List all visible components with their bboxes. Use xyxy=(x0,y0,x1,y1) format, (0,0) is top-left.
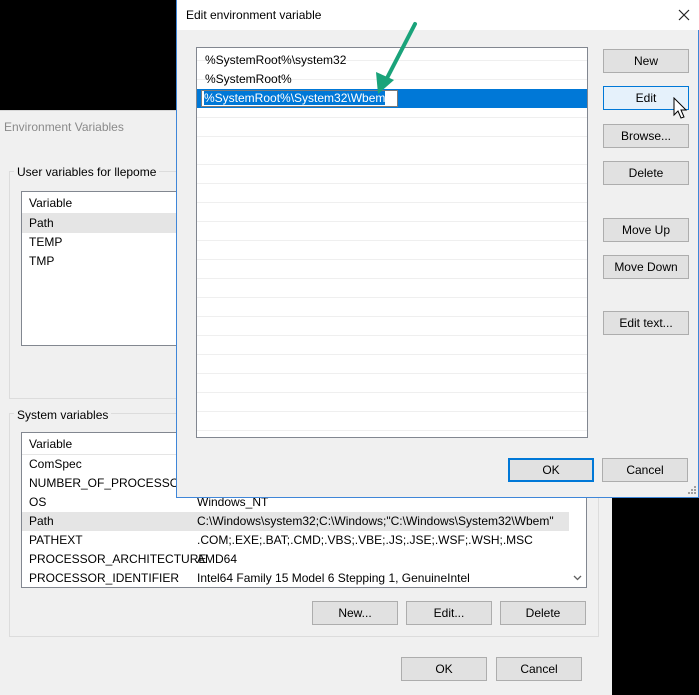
new-button[interactable]: New xyxy=(603,49,689,73)
variable-value: C:\Windows\system32;C:\Windows;"C:\Windo… xyxy=(197,514,554,528)
variable-name: Path xyxy=(29,514,54,528)
system-delete-button[interactable]: Delete xyxy=(500,601,586,625)
system-variables-label: System variables xyxy=(14,408,112,422)
variable-name: Path xyxy=(29,216,54,230)
close-icon[interactable] xyxy=(673,4,695,26)
ok-button[interactable]: OK xyxy=(508,458,594,482)
table-row[interactable]: PROCESSOR_ARCHITECTURE AMD64 xyxy=(22,550,586,569)
resize-grip-icon[interactable] xyxy=(687,485,697,495)
variable-name: PROCESSOR_ARCHITECTURE xyxy=(29,552,207,566)
table-row[interactable]: PATHEXT .COM;.EXE;.BAT;.CMD;.VBS;.VBE;.JS… xyxy=(22,531,586,550)
variable-name: NUMBER_OF_PROCESSORS xyxy=(29,476,196,490)
variable-name: TEMP xyxy=(29,235,63,249)
cancel-button[interactable]: Cancel xyxy=(602,458,688,482)
edit-text-button[interactable]: Edit text... xyxy=(603,311,689,335)
dialog-title: Environment Variables xyxy=(4,120,124,134)
system-new-button[interactable]: New... xyxy=(312,601,398,625)
variable-value: AMD64 xyxy=(197,552,238,566)
chevron-down-icon[interactable] xyxy=(569,569,586,586)
path-edit-field[interactable]: %SystemRoot%\System32\Wbem xyxy=(201,90,398,107)
path-edit-text: %SystemRoot%\System32\Wbem xyxy=(204,91,386,105)
variable-value: Intel64 Family 15 Model 6 Stepping 1, Ge… xyxy=(197,571,470,585)
arrow-icon xyxy=(376,22,417,94)
move-down-button[interactable]: Move Down xyxy=(603,255,689,279)
path-entries-list[interactable]: %SystemRoot%\system32 %SystemRoot% %Syst… xyxy=(196,47,588,438)
variable-name: TMP xyxy=(29,254,55,268)
system-edit-button[interactable]: Edit... xyxy=(406,601,492,625)
user-variables-label: User variables for llepome xyxy=(14,165,160,179)
title-bar: Edit environment variable xyxy=(177,0,699,30)
ok-button[interactable]: OK xyxy=(401,657,487,681)
cancel-button[interactable]: Cancel xyxy=(496,657,582,681)
mouse-pointer-icon xyxy=(673,97,688,119)
table-row[interactable]: Path C:\Windows\system32;C:\Windows;"C:\W… xyxy=(22,512,586,531)
delete-button[interactable]: Delete xyxy=(603,161,689,185)
variable-name: PATHEXT xyxy=(29,533,83,547)
variable-name: PROCESSOR_IDENTIFIER xyxy=(29,571,180,585)
edit-environment-variable-dialog: Edit environment variable %SystemRoot%\s… xyxy=(176,0,699,498)
dialog-title: Edit environment variable xyxy=(186,8,322,22)
variable-name: OS xyxy=(29,495,47,509)
variable-name: ComSpec xyxy=(29,457,82,471)
move-up-button[interactable]: Move Up xyxy=(603,218,689,242)
variable-value: .COM;.EXE;.BAT;.CMD;.VBS;.VBE;.JS;.JSE;.… xyxy=(197,533,533,547)
browse-button[interactable]: Browse... xyxy=(603,124,689,148)
table-row[interactable]: PROCESSOR_IDENTIFIER Intel64 Family 15 Mo… xyxy=(22,569,586,587)
